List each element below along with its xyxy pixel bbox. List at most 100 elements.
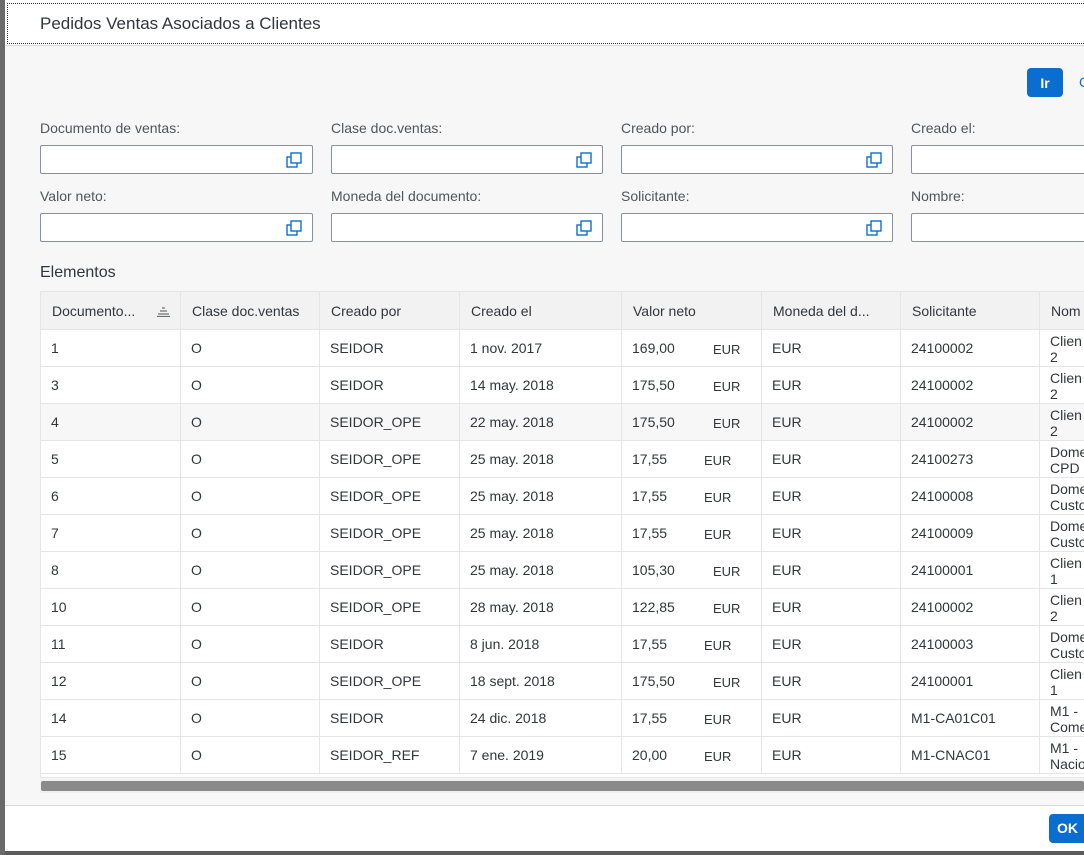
cell-nombre-line2: 2: [1050, 423, 1058, 439]
horizontal-scrollbar[interactable]: [40, 779, 1084, 793]
cell-currency-unit: EUR: [704, 749, 732, 764]
table-row[interactable]: 1 O SEIDOR 1 nov. 2017 169,00 EUR 24100002 EUR C…: [41, 330, 1084, 367]
cell-moneda: EUR: [762, 515, 901, 551]
cell-solicitante: 24100002: [901, 367, 1040, 403]
column-header-solicitante[interactable]: Solicitante: [901, 292, 1040, 330]
sort-ascending-icon: [157, 307, 170, 317]
cell-solicitante: 24100273: [901, 441, 1040, 477]
table-row[interactable]: 8 O SEIDOR_OPE 25 may. 2018 105,30 EUR 2410000…: [41, 552, 1084, 589]
column-header-creado-por[interactable]: Creado por: [320, 292, 460, 330]
results-table: Documento... Clase doc.ventas Creado por…: [40, 291, 1084, 778]
cell-solicitante: 24100001: [901, 552, 1040, 588]
cell-nombre-line1: Clien: [1050, 333, 1082, 349]
column-header-valor-neto[interactable]: Valor neto: [622, 292, 762, 330]
table-row[interactable]: 7 O SEIDOR_OPE 25 may. 2018 17,55 EUR 24100009…: [41, 515, 1084, 552]
cell-currency-unit: EUR: [704, 490, 732, 505]
table-row[interactable]: 3 O SEIDOR 14 may. 2018 175,50 EUR 24100002 EUR…: [41, 367, 1084, 404]
cell-moneda: EUR: [762, 626, 901, 662]
cell-nombre: Clien 1: [1040, 552, 1084, 588]
filter-label-valor-neto: Valor neto:: [40, 188, 107, 204]
table-row[interactable]: 5 O SEIDOR_OPE 25 may. 2018 17,55 EUR 24100273…: [41, 441, 1084, 478]
scrollbar-thumb[interactable]: [41, 781, 1084, 791]
table-header: Documento... Clase doc.ventas Creado por…: [41, 292, 1084, 330]
cell-valor: 105,30: [622, 552, 762, 588]
value-help-icon[interactable]: [286, 152, 302, 168]
cell-moneda: EUR: [762, 367, 901, 403]
cell-nombre-line1: Clien: [1050, 592, 1082, 608]
cell-nombre-line1: M1 -: [1050, 740, 1078, 756]
cell-doc: 7: [41, 515, 181, 551]
column-header-documento[interactable]: Documento...: [41, 292, 181, 330]
dialog-title: Pedidos Ventas Asociados a Clientes: [40, 14, 321, 33]
cell-creado-el: 25 may. 2018: [460, 441, 622, 477]
clase-input[interactable]: [331, 145, 603, 174]
value-help-icon[interactable]: [576, 152, 592, 168]
valor-neto-input[interactable]: [40, 213, 313, 242]
cell-creado-por: SEIDOR: [320, 626, 460, 662]
creado-el-input[interactable]: [911, 145, 1084, 174]
cell-nombre: Clien 1: [1040, 663, 1084, 699]
cell-nombre-line1: Clien: [1050, 555, 1082, 571]
cell-doc: 4: [41, 404, 181, 440]
cell-currency-unit: EUR: [704, 527, 732, 542]
table-row[interactable]: 10 O SEIDOR_OPE 28 may. 2018 122,85 EUR 241000…: [41, 589, 1084, 626]
column-header-clase[interactable]: Clase doc.ventas: [181, 292, 320, 330]
cell-nombre: Dome CPD: [1040, 441, 1084, 477]
cell-moneda: EUR: [762, 478, 901, 514]
cell-nombre-line2: Custo: [1050, 534, 1084, 550]
cell-doc: 1: [41, 330, 181, 366]
cell-nombre-line2: CPD: [1050, 460, 1080, 476]
filter-label-nombre: Nombre:: [911, 188, 965, 204]
table-row[interactable]: 12 O SEIDOR_OPE 18 sept. 2018 175,50 EUR 24100…: [41, 663, 1084, 700]
cell-creado-el: 25 may. 2018: [460, 515, 622, 551]
table-row[interactable]: 6 O SEIDOR_OPE 25 may. 2018 17,55 EUR 24100008…: [41, 478, 1084, 515]
moneda-input[interactable]: [331, 213, 603, 242]
column-header-moneda[interactable]: Moneda del d...: [762, 292, 901, 330]
cell-clase: O: [181, 552, 320, 588]
cell-nombre: M1 - Come: [1040, 700, 1084, 736]
column-header-creado-el[interactable]: Creado el: [460, 292, 622, 330]
cell-valor: 17,55: [622, 700, 762, 736]
cell-clase: O: [181, 626, 320, 662]
cell-moneda: EUR: [762, 589, 901, 625]
cell-valor: 20,00: [622, 737, 762, 773]
table-row[interactable]: 14 O SEIDOR 24 dic. 2018 17,55 EUR M1-CA01C01 E…: [41, 700, 1084, 737]
value-help-icon[interactable]: [286, 220, 302, 236]
cell-valor: 17,55: [622, 478, 762, 514]
cell-currency-unit: EUR: [704, 712, 732, 727]
cell-moneda: EUR: [762, 330, 901, 366]
nombre-input[interactable]: [911, 213, 1084, 242]
cell-valor: 17,55: [622, 515, 762, 551]
cell-solicitante: 24100003: [901, 626, 1040, 662]
cell-currency-unit: EUR: [704, 638, 732, 653]
cell-creado-el: 14 may. 2018: [460, 367, 622, 403]
documento-input[interactable]: [40, 145, 313, 174]
cell-clase: O: [181, 663, 320, 699]
dialog-header: Pedidos Ventas Asociados a Clientes: [5, 0, 1084, 46]
filter-label-solicitante: Solicitante:: [621, 188, 690, 204]
cell-solicitante: 24100002: [901, 404, 1040, 440]
cell-nombre: M1 - Nacio: [1040, 737, 1084, 773]
cell-valor: 169,00: [622, 330, 762, 366]
ok-button[interactable]: OK: [1049, 814, 1084, 843]
value-help-icon[interactable]: [866, 152, 882, 168]
cell-valor: 17,55: [622, 626, 762, 662]
table-row[interactable]: 11 O SEIDOR 8 jun. 2018 17,55 EUR 24100003 EUR D…: [41, 626, 1084, 663]
adapt-filters-icon[interactable]: C: [1079, 74, 1084, 90]
table-row[interactable]: 15 O SEIDOR_REF 7 ene. 2019 20,00 EUR M1-CNAC0…: [41, 737, 1084, 774]
value-help-icon[interactable]: [576, 220, 592, 236]
table-row[interactable]: 4 O SEIDOR_OPE 22 may. 2018 175,50 EUR 2410000…: [41, 404, 1084, 441]
cell-currency-unit: EUR: [713, 416, 741, 431]
cell-creado-por: SEIDOR_OPE: [320, 589, 460, 625]
cell-valor: 122,85: [622, 589, 762, 625]
cell-valor: 175,50: [622, 663, 762, 699]
filter-label-moneda: Moneda del documento:: [331, 188, 482, 204]
cell-currency-unit: EUR: [713, 342, 741, 357]
cell-solicitante: 24100002: [901, 330, 1040, 366]
value-help-icon[interactable]: [866, 220, 882, 236]
solicitante-input[interactable]: [621, 213, 893, 242]
creado-por-input[interactable]: [621, 145, 893, 174]
column-header-nombre[interactable]: Nom: [1040, 292, 1084, 330]
cell-doc: 10: [41, 589, 181, 625]
go-button[interactable]: Ir: [1027, 68, 1063, 97]
